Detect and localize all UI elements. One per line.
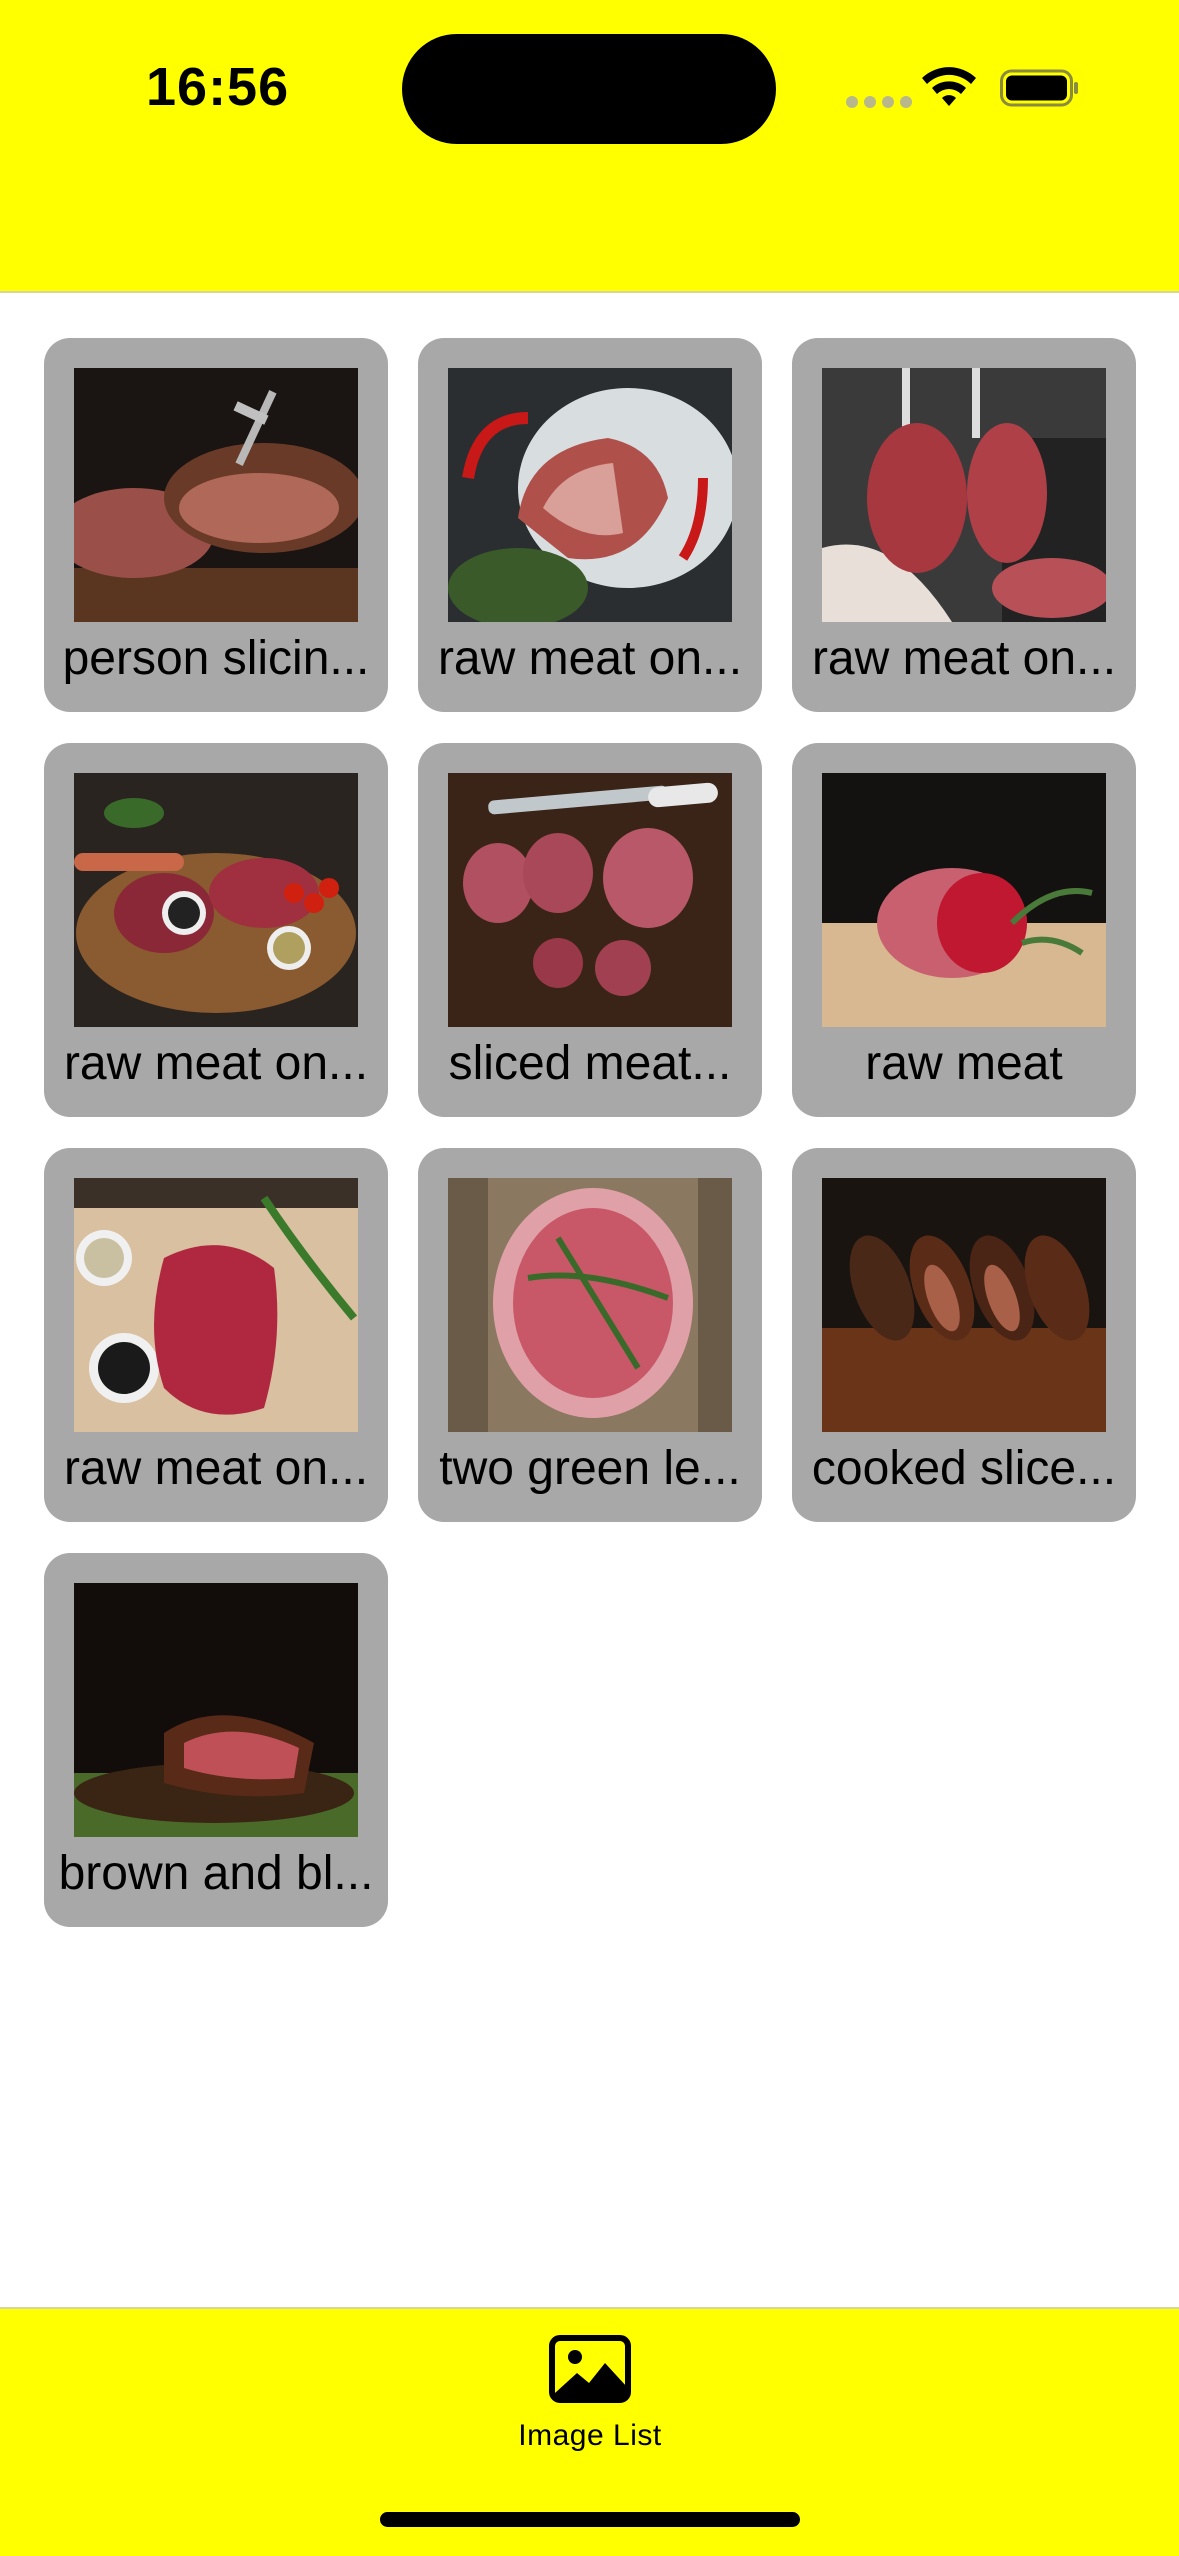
tab-image-list[interactable]: Image List (480, 2329, 700, 2479)
image-thumbnail (448, 1178, 732, 1432)
image-thumbnail (448, 368, 732, 622)
image-caption: raw meat on... (63, 1037, 369, 1090)
image-caption: brown and bl... (58, 1847, 374, 1900)
image-thumbnail (74, 1178, 358, 1432)
dynamic-island (402, 34, 776, 144)
header-bar: 16:56 (0, 0, 1179, 293)
image-caption: sliced meat... (448, 1037, 732, 1090)
image-card[interactable]: brown and bl... (44, 1553, 388, 1927)
image-card[interactable]: raw meat on... (44, 743, 388, 1117)
image-thumbnail (822, 773, 1106, 1027)
image-card[interactable]: raw meat on... (792, 338, 1136, 712)
image-thumbnail (74, 1583, 358, 1837)
image-card[interactable]: person slicin... (44, 338, 388, 712)
photo-icon (549, 2335, 631, 2403)
image-thumbnail (822, 1178, 1106, 1432)
image-card[interactable]: raw meat on... (418, 338, 762, 712)
status-time: 16:56 (146, 57, 290, 117)
image-grid: person slicin... raw meat on... raw meat… (44, 338, 1136, 1927)
image-card[interactable]: sliced meat... (418, 743, 762, 1117)
image-thumbnail (822, 368, 1106, 622)
signal-dots-icon (846, 96, 912, 108)
wifi-icon (922, 67, 976, 106)
image-card[interactable]: cooked slice... (792, 1148, 1136, 1522)
image-card[interactable]: raw meat (792, 743, 1136, 1117)
image-thumbnail (74, 368, 358, 622)
image-caption: raw meat on... (63, 1442, 369, 1495)
image-card[interactable]: two green le... (418, 1148, 762, 1522)
image-caption: cooked slice... (811, 1442, 1117, 1495)
home-indicator (380, 2512, 800, 2527)
image-caption: raw meat on... (437, 632, 743, 685)
image-thumbnail (448, 773, 732, 1027)
image-caption: raw meat (865, 1037, 1063, 1090)
tab-label: Image List (518, 2419, 662, 2452)
image-caption: raw meat on... (811, 632, 1117, 685)
image-caption: two green le... (439, 1442, 741, 1495)
image-thumbnail (74, 773, 358, 1027)
image-caption: person slicin... (62, 632, 370, 685)
image-card[interactable]: raw meat on... (44, 1148, 388, 1522)
battery-icon (1000, 69, 1078, 107)
